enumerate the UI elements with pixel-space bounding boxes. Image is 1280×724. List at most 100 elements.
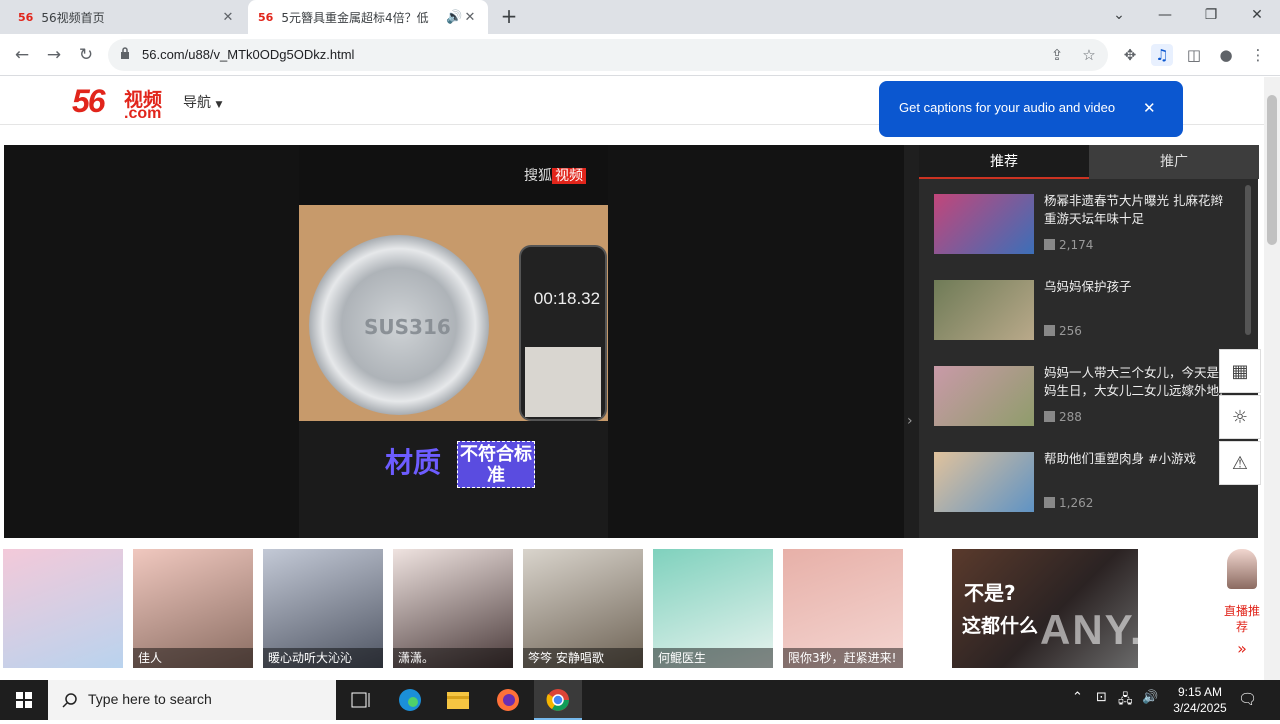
video-title[interactable]: 杨幂非遗春节大片曝光 扎麻花辫重游天坛年味十足 bbox=[1044, 192, 1234, 228]
edge-icon[interactable] bbox=[386, 680, 434, 720]
bookmark-star-icon[interactable]: ☆ bbox=[1078, 44, 1100, 66]
ad-line-1: 不是? bbox=[964, 581, 1016, 605]
view-count: 256 bbox=[1044, 324, 1082, 338]
windows-taskbar: Type here to search ⌃ ⊡ 🖧 🔊 9:15 AM 3/24… bbox=[0, 680, 1280, 720]
floating-toolbar: ▦ ☼ ⚠ bbox=[1219, 349, 1261, 487]
notifications-icon[interactable]: 🗨 bbox=[1238, 690, 1257, 708]
streamer-card[interactable]: 何鲲医生 bbox=[653, 549, 773, 668]
video-thumbnail[interactable] bbox=[934, 280, 1034, 340]
page-scrollbar[interactable] bbox=[1264, 77, 1280, 680]
side-panel-icon[interactable]: ◫ bbox=[1183, 44, 1205, 66]
new-tab-button[interactable]: + bbox=[498, 6, 520, 28]
tab-title: 56视频首页 bbox=[41, 10, 105, 25]
windows-logo-icon bbox=[16, 692, 32, 708]
tab-recommend[interactable]: 推荐 bbox=[919, 145, 1089, 179]
meet-now-icon[interactable]: ⊡ bbox=[1096, 690, 1107, 705]
close-icon[interactable]: ✕ bbox=[1143, 99, 1156, 117]
chevron-up-icon[interactable]: ⌃ bbox=[1072, 690, 1083, 705]
streamer-card[interactable] bbox=[3, 549, 123, 668]
streamer-card[interactable]: 暖心动听大沁沁 bbox=[263, 549, 383, 668]
close-tab-icon[interactable]: ✕ bbox=[462, 10, 478, 25]
more-menu-icon[interactable]: ⋮ bbox=[1247, 44, 1269, 66]
search-placeholder: Type here to search bbox=[88, 691, 212, 707]
minimize-button[interactable]: — bbox=[1142, 0, 1188, 30]
logo-domain: .com bbox=[124, 105, 162, 122]
sidebar-tabs: 推荐 推广 bbox=[919, 145, 1259, 179]
sidebar-scrollbar[interactable] bbox=[1245, 185, 1251, 335]
system-clock[interactable]: 9:15 AM 3/24/2025 bbox=[1160, 684, 1240, 716]
video-title[interactable]: 帮助他们重塑肉身 #小游戏 bbox=[1044, 450, 1234, 468]
caption-main: 材质 bbox=[385, 446, 442, 479]
back-button[interactable]: ← bbox=[10, 43, 34, 67]
warning-icon[interactable]: ⚠ bbox=[1219, 441, 1261, 485]
browser-toolbar: ← → ↻ 56.com/u88/v_MTk0ODg5ODkz.html ⇪ ☆… bbox=[0, 34, 1280, 76]
audio-playing-icon[interactable]: 🔊 bbox=[446, 10, 462, 25]
media-queue-icon[interactable]: ♫ bbox=[1151, 44, 1173, 66]
task-view-icon[interactable] bbox=[336, 680, 384, 720]
network-icon[interactable]: 🖧 bbox=[1118, 690, 1133, 712]
sohu-watermark: 搜狐 视频 bbox=[524, 165, 586, 185]
forward-button[interactable]: → bbox=[42, 43, 66, 67]
list-item[interactable]: 杨幂非遗春节大片曝光 扎麻花辫重游天坛年味十足 2,174 bbox=[934, 192, 1234, 256]
restore-button[interactable]: ❐ bbox=[1188, 0, 1234, 30]
phone-timer: 00:18.32 bbox=[519, 245, 607, 421]
search-icon bbox=[62, 693, 77, 708]
file-explorer-icon[interactable] bbox=[434, 680, 482, 720]
nav-menu[interactable]: 导航 ▼ bbox=[183, 92, 222, 112]
video-player[interactable]: 搜狐 视频 SUS316 00:18.32 材质 不符合标准 bbox=[4, 145, 904, 538]
start-button[interactable] bbox=[0, 680, 48, 720]
lightbulb-icon[interactable]: ☼ bbox=[1219, 395, 1261, 439]
video-thumbnail[interactable] bbox=[934, 452, 1034, 512]
anyrun-watermark: ANY.RUN bbox=[1040, 606, 1241, 653]
chrome-icon[interactable] bbox=[534, 680, 582, 720]
chevron-down-icon: ▼ bbox=[215, 100, 223, 110]
list-item[interactable]: 帮助他们重塑肉身 #小游戏 1,262 bbox=[934, 450, 1234, 514]
ad-line-2: 这都什么 bbox=[962, 615, 1039, 637]
profile-avatar-icon[interactable]: ● bbox=[1215, 44, 1237, 66]
taskbar-search[interactable]: Type here to search bbox=[48, 680, 336, 720]
reload-button[interactable]: ↻ bbox=[74, 43, 98, 67]
tab-video[interactable]: 56 5元簪具重金属超标4倍？低 🔊 ✕ bbox=[248, 0, 488, 34]
url-text: 56.com/u88/v_MTk0ODg5ODkz.html bbox=[142, 47, 355, 62]
tab-56-home[interactable]: 56 56视频首页 ✕ bbox=[8, 0, 246, 34]
video-thumbnail[interactable] bbox=[934, 194, 1034, 254]
list-item[interactable]: 乌妈妈保护孩子 256 bbox=[934, 278, 1234, 342]
close-tab-icon[interactable]: ✕ bbox=[220, 10, 236, 25]
volume-icon[interactable]: 🔊 bbox=[1142, 690, 1158, 705]
recommend-sidebar: 推荐 推广 杨幂非遗春节大片曝光 扎麻花辫重游天坛年味十足 2,174 乌妈妈保… bbox=[919, 145, 1259, 538]
streamer-card[interactable]: 笒笒 安静唱歌 bbox=[523, 549, 643, 668]
clock-time: 9:15 AM bbox=[1177, 685, 1223, 699]
qr-code-icon[interactable]: ▦ bbox=[1219, 349, 1261, 393]
collapse-sidebar-icon[interactable]: › bbox=[907, 413, 913, 429]
video-scene: SUS316 00:18.32 bbox=[299, 205, 608, 421]
streamer-card[interactable]: 限你3秒，赶紧进来! bbox=[783, 549, 903, 668]
avatar bbox=[1227, 549, 1257, 589]
firefox-icon[interactable] bbox=[484, 680, 532, 720]
video-title[interactable]: 妈妈一人带大三个女儿，今天是妈妈生日，大女儿二女儿远嫁外地, bbox=[1044, 364, 1234, 400]
tab-promote[interactable]: 推广 bbox=[1089, 145, 1259, 179]
video-frame[interactable]: 搜狐 视频 SUS316 00:18.32 材质 不符合标准 bbox=[299, 145, 608, 538]
site-logo[interactable]: 56 视频 .com bbox=[72, 83, 162, 122]
caption-box: 不符合标准 bbox=[457, 441, 535, 488]
site-favicon-icon: 56 bbox=[258, 10, 274, 24]
view-count: 2,174 bbox=[1044, 238, 1093, 252]
steel-plate: SUS316 bbox=[309, 235, 489, 415]
list-item[interactable]: 妈妈一人带大三个女儿，今天是妈妈生日，大女儿二女儿远嫁外地, 288 bbox=[934, 364, 1234, 428]
video-title[interactable]: 乌妈妈保护孩子 bbox=[1044, 278, 1234, 296]
video-top-bar: 搜狐 视频 bbox=[299, 145, 608, 205]
streamer-card[interactable]: 潇潇。 bbox=[393, 549, 513, 668]
scrollbar-thumb[interactable] bbox=[1267, 95, 1277, 245]
video-stage: 搜狐 视频 SUS316 00:18.32 材质 不符合标准 › 推荐 推广 杨幂… bbox=[4, 145, 1259, 538]
extensions-icon[interactable]: ✥ bbox=[1119, 44, 1141, 66]
play-icon bbox=[1044, 411, 1055, 422]
play-icon bbox=[1044, 239, 1055, 250]
video-thumbnail[interactable] bbox=[934, 366, 1034, 426]
site-favicon-icon: 56 bbox=[18, 10, 34, 24]
browser-tab-strip: 56 56视频首页 ✕ 56 5元簪具重金属超标4倍？低 🔊 ✕ + ⌄ — ❐… bbox=[0, 0, 1280, 34]
tab-search-chevron-icon[interactable]: ⌄ bbox=[1096, 0, 1142, 30]
view-count: 1,262 bbox=[1044, 496, 1093, 510]
close-window-button[interactable]: ✕ bbox=[1234, 0, 1280, 30]
address-bar[interactable]: 56.com/u88/v_MTk0ODg5ODkz.html ⇪ ☆ bbox=[108, 39, 1108, 71]
share-icon[interactable]: ⇪ bbox=[1046, 44, 1068, 66]
streamer-card[interactable]: 佳人 bbox=[133, 549, 253, 668]
